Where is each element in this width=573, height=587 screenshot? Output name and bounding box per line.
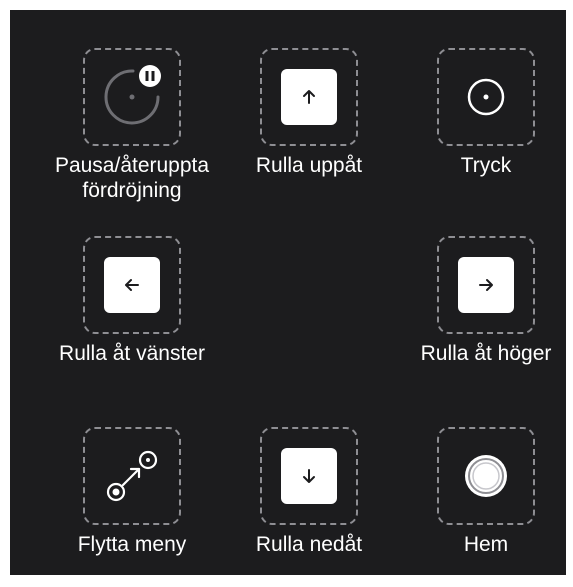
arrow-right-icon: [479, 279, 493, 291]
scroll-left-frame: [83, 236, 181, 334]
pause-resume-dwell-frame: [83, 48, 181, 146]
home-frame: [437, 427, 535, 525]
scroll-up-key: [281, 69, 337, 125]
home-label: Hem: [463, 533, 509, 556]
home-button[interactable]: Hem: [396, 427, 573, 587]
pause-resume-dwell-button[interactable]: Pausa/återuppta fördröjning: [42, 48, 222, 208]
scroll-down-label: Rulla nedåt: [255, 533, 363, 556]
home-button-icon: [465, 455, 507, 497]
scroll-left-key: [104, 257, 160, 313]
pause-resume-dwell-label: Pausa/återuppta fördröjning: [54, 154, 210, 202]
scroll-right-frame: [437, 236, 535, 334]
scroll-left-button[interactable]: Rulla åt vänster: [42, 236, 222, 396]
tap-circle-icon: [467, 78, 505, 116]
move-menu-button[interactable]: Flytta meny: [42, 427, 222, 587]
arrow-down-icon: [303, 469, 315, 483]
scroll-right-key: [458, 257, 514, 313]
pause-timer-icon: [104, 65, 161, 125]
scroll-right-label: Rulla åt höger: [420, 342, 552, 365]
tap-label: Tryck: [460, 154, 512, 177]
scroll-right-button[interactable]: Rulla åt höger: [396, 236, 573, 396]
scroll-down-frame: [260, 427, 358, 525]
move-menu-icon: [106, 450, 158, 502]
scroll-left-label: Rulla åt vänster: [59, 342, 205, 365]
scroll-up-label: Rulla uppåt: [255, 154, 363, 177]
tap-frame: [437, 48, 535, 146]
arrow-up-icon: [303, 90, 315, 104]
scroll-down-key: [281, 448, 337, 504]
dwell-menu-panel: Pausa/återuppta fördröjning Rulla uppåt …: [10, 10, 566, 575]
tap-button[interactable]: Tryck: [396, 48, 573, 208]
arrow-left-icon: [125, 279, 139, 291]
scroll-up-frame: [260, 48, 358, 146]
scroll-down-button[interactable]: Rulla nedåt: [219, 427, 399, 587]
scroll-up-button[interactable]: Rulla uppåt: [219, 48, 399, 208]
move-menu-frame: [83, 427, 181, 525]
move-menu-label: Flytta meny: [77, 533, 187, 556]
